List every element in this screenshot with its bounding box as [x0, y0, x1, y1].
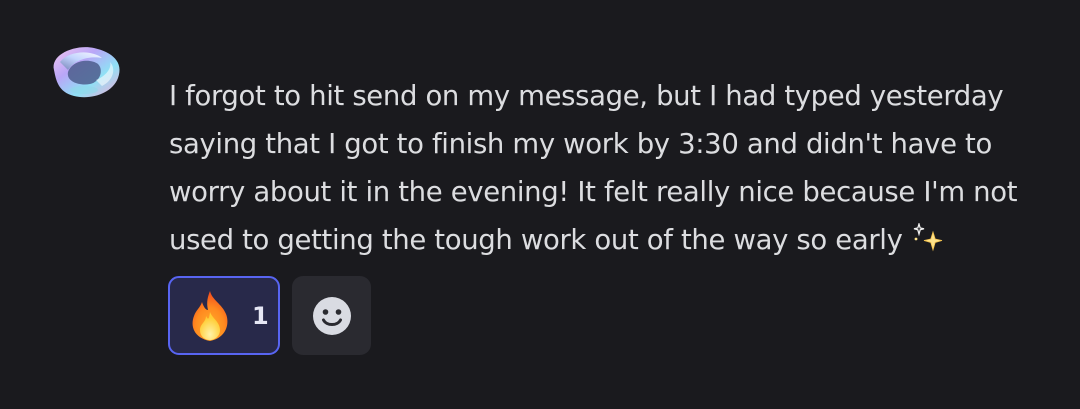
- sparkles-icon: [911, 223, 945, 253]
- reaction-bar: 1: [168, 276, 371, 355]
- fire-icon: [182, 288, 238, 344]
- user-avatar[interactable]: [46, 40, 124, 102]
- message-text: I forgot to hit send on my message, but …: [169, 80, 1018, 256]
- add-reaction-button[interactable]: [292, 276, 371, 355]
- message-content: I forgot to hit send on my message, but …: [169, 72, 1049, 264]
- reaction-fire[interactable]: 1: [168, 276, 280, 355]
- reaction-count: 1: [252, 301, 269, 330]
- avatar-image: [53, 47, 120, 98]
- chat-message: I forgot to hit send on my message, but …: [0, 0, 1080, 409]
- smiley-icon: [312, 296, 351, 335]
